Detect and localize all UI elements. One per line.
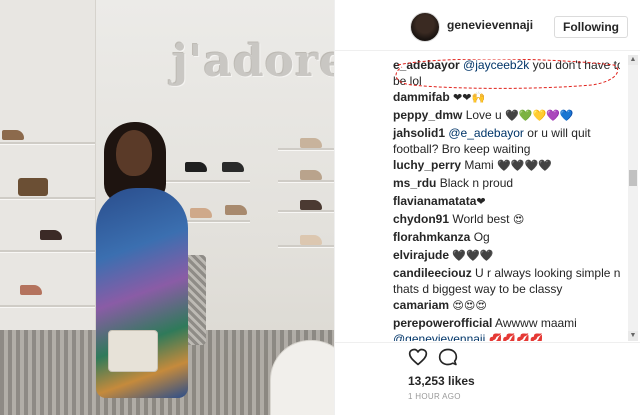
shoe — [300, 235, 322, 245]
shoe — [300, 170, 322, 180]
comment-item: luchy_perry Mami 🖤🖤🖤🖤 — [393, 157, 620, 174]
comment-text: Mami — [464, 158, 494, 172]
comment-username[interactable]: flavianamatata — [393, 194, 476, 208]
comment-list[interactable]: e_adebayor @jayceeb2k you don't have to … — [335, 55, 620, 341]
section-divider — [335, 342, 640, 343]
person-face — [116, 130, 152, 176]
shoe — [300, 138, 322, 148]
comment-emoji: 🖤💚💛💜💙 — [505, 109, 574, 122]
comment-username[interactable]: luchy_perry — [393, 158, 461, 172]
shoe — [40, 230, 62, 240]
comment-text: Og — [473, 230, 490, 244]
comment-emoji: 💋💋💋💋 — [488, 333, 544, 341]
comment-mention[interactable]: @genevievennaji — [393, 332, 485, 341]
comment-emoji: 😍 — [512, 213, 525, 226]
comment-emoji: 🖤🖤🖤 — [452, 249, 494, 262]
shoe — [20, 285, 42, 295]
shoe — [185, 162, 207, 172]
comment-emoji: ❤❤🙌 — [453, 91, 486, 104]
comment-item: chydon91 World best 😍 — [393, 211, 620, 228]
comment-username[interactable]: candileeciouz — [393, 266, 472, 280]
red-annotation-circle — [395, 59, 619, 89]
comment-item: camariam 😍😍😍 — [393, 297, 620, 314]
shelf — [278, 210, 334, 212]
comment-emoji: ❤ — [476, 195, 486, 208]
heart-icon[interactable] — [408, 347, 428, 367]
post-timestamp[interactable]: 1 HOUR AGO — [408, 392, 461, 401]
post-photo[interactable]: j'adore — [0, 0, 334, 415]
comment-item: florahmkanza Og — [393, 229, 620, 245]
comment-item: ms_rdu Black n proud — [393, 175, 620, 191]
comment-text: Love u — [465, 108, 502, 122]
comment-username[interactable]: camariam — [393, 298, 449, 312]
like-count[interactable]: 13,253 likes — [408, 374, 475, 388]
shelf — [0, 305, 95, 307]
leopard-bag — [18, 178, 48, 196]
shelf — [0, 142, 95, 144]
comments-scrollbar[interactable]: ▲ ▼ — [628, 55, 638, 341]
comment-text: World best — [452, 212, 510, 226]
comment-icon[interactable] — [438, 347, 458, 367]
comment-username[interactable]: ms_rdu — [393, 176, 436, 190]
comment-item: dammifab ❤❤🙌 — [393, 89, 620, 106]
profile-username[interactable]: genevievennaji — [447, 18, 533, 32]
shelf — [278, 245, 334, 247]
comment-username[interactable]: chydon91 — [393, 212, 449, 226]
scroll-down-arrow-icon[interactable]: ▼ — [628, 331, 638, 341]
comment-item: peppy_dmw Love u 🖤💚💛💜💙 — [393, 107, 620, 124]
comment-username[interactable]: florahmkanza — [393, 230, 470, 244]
shelf — [165, 180, 250, 182]
shelf — [278, 148, 334, 150]
shoe — [2, 130, 24, 140]
comment-item: flavianamatata❤ — [393, 193, 620, 210]
shoe — [225, 205, 247, 215]
scroll-thumb[interactable] — [629, 170, 637, 186]
comment-item: jahsolid1 @e_adebayor or u will quit foo… — [393, 125, 620, 157]
comment-username[interactable]: perepowerofficial — [393, 316, 492, 330]
comment-username[interactable]: peppy_dmw — [393, 108, 462, 122]
comment-username[interactable]: dammifab — [393, 90, 450, 104]
avatar[interactable] — [410, 12, 440, 42]
white-handbag — [108, 330, 158, 372]
comment-emoji: 🖤🖤🖤🖤 — [497, 159, 552, 172]
comment-item: elvirajude 🖤🖤🖤 — [393, 247, 620, 264]
shelf — [0, 197, 95, 199]
comment-item: candileeciouz U r always looking simple … — [393, 265, 620, 297]
post-header: genevievennaji Following — [335, 0, 640, 51]
comment-item: perepowerofficial Awwww maami @genevieve… — [393, 315, 620, 341]
scroll-up-arrow-icon[interactable]: ▲ — [628, 55, 638, 65]
store-brand-sign: j'adore — [172, 36, 334, 87]
comment-username[interactable]: jahsolid1 — [393, 126, 445, 140]
comment-mention[interactable]: @e_adebayor — [448, 126, 524, 140]
comment-emoji: 😍😍😍 — [452, 299, 487, 312]
shelf — [0, 250, 95, 252]
shoe — [222, 162, 244, 172]
shelf — [278, 180, 334, 182]
comment-text: Awwww maami — [495, 316, 577, 330]
comment-username[interactable]: elvirajude — [393, 248, 449, 262]
following-button[interactable]: Following — [554, 16, 628, 38]
shoe — [190, 208, 212, 218]
comment-text: Black n proud — [439, 176, 514, 190]
shoe — [300, 200, 322, 210]
